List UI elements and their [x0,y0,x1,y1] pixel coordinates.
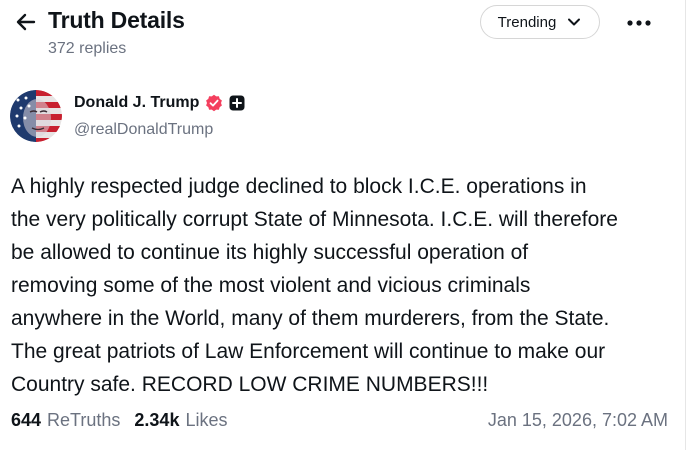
author-name[interactable]: Donald J. Trump [74,94,199,112]
author-name-row: Donald J. Trump [74,94,245,112]
author-handle[interactable]: @realDonaldTrump [74,121,213,139]
chevron-down-icon [568,18,581,26]
page-title: Truth Details [48,7,185,33]
reply-count: 372 replies [48,40,127,57]
retruths-label: ReTruths [47,410,121,430]
avatar-image [10,90,62,142]
avatar[interactable] [10,90,62,142]
retruths-stat[interactable]: 644 ReTruths [11,410,120,431]
verified-badge-icon [206,94,223,112]
header: Truth Details 372 replies Trending [10,4,680,64]
likes-stat[interactable]: 2.34k Likes [134,410,227,431]
retruths-count: 644 [11,410,42,430]
sort-dropdown-button[interactable]: Trending [480,5,600,39]
arrow-left-icon [16,13,36,31]
back-button[interactable] [12,8,40,36]
likes-count: 2.34k [134,410,180,430]
likes-label: Likes [185,410,228,430]
more-horizontal-icon [627,20,651,26]
more-options-button[interactable] [622,10,656,36]
truth-details-page: Truth Details 372 replies Trending Donal… [0,0,690,450]
post-timestamp: Jan 15, 2026, 7:02 AM [487,410,668,430]
column-divider [685,0,686,450]
post-text: A highly respected judge declined to blo… [11,175,618,396]
plus-badge-icon [229,95,245,111]
post-stats: 644 ReTruths 2.34k Likes [11,410,227,431]
sort-label: Trending [497,13,557,31]
